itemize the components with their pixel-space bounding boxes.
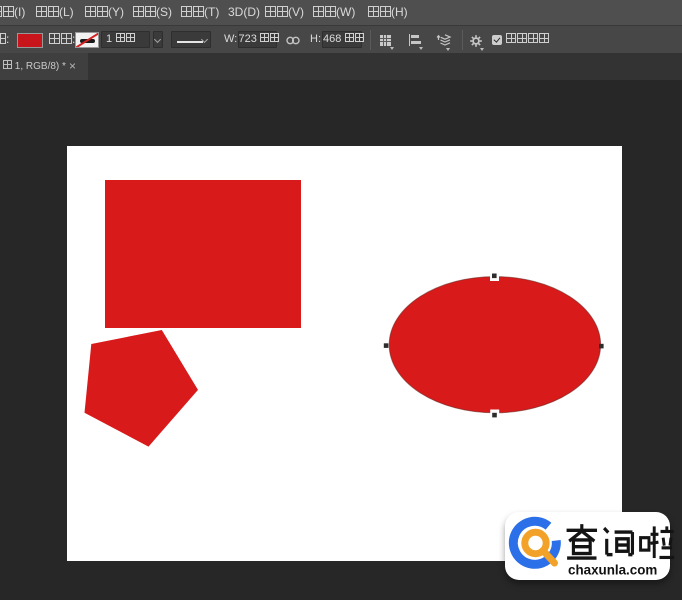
svg-text:chaxunla.com: chaxunla.com bbox=[568, 563, 657, 578]
